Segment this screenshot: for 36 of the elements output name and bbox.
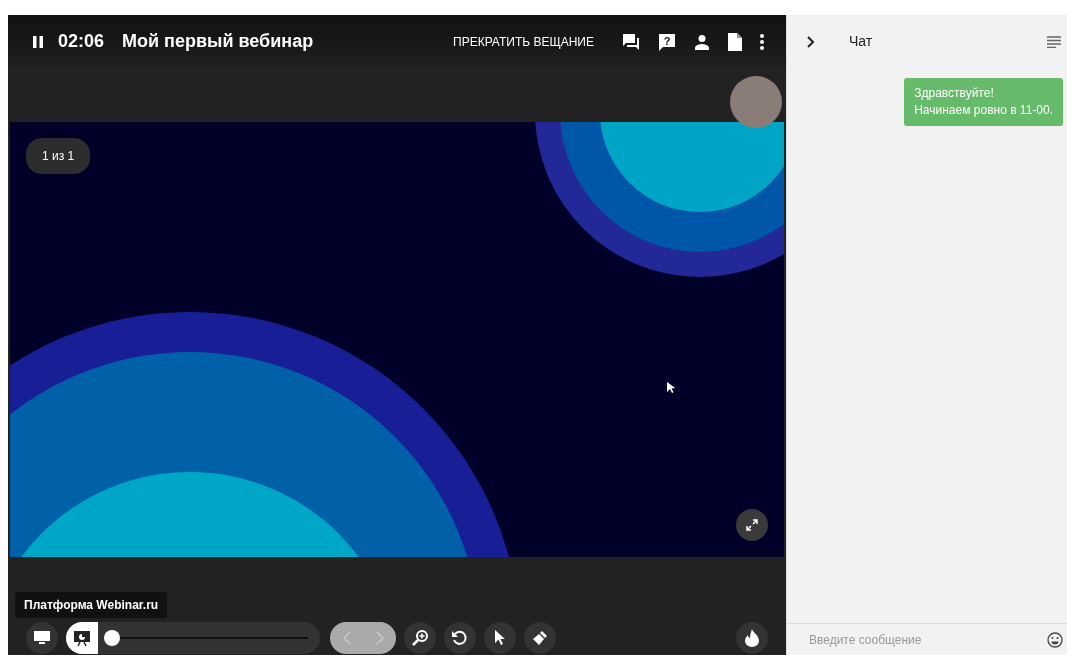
zoom-in-icon bbox=[411, 629, 429, 647]
presentation-mode-button[interactable] bbox=[66, 622, 98, 654]
chevron-right-icon bbox=[375, 631, 384, 645]
expand-arrows-icon bbox=[746, 519, 758, 531]
more-icon[interactable] bbox=[760, 33, 764, 50]
flame-button[interactable] bbox=[736, 622, 768, 654]
undo-button[interactable] bbox=[444, 622, 476, 654]
webinar-title: Мой первый вебинар bbox=[122, 30, 314, 53]
presentation-board-icon bbox=[74, 630, 90, 646]
zoom-in-button[interactable] bbox=[404, 622, 436, 654]
chat-message: Здравствуйте! Начинаем ровно в 11-00. bbox=[904, 78, 1063, 126]
pointer-button[interactable] bbox=[484, 622, 516, 654]
pointer-icon bbox=[494, 630, 506, 646]
slider-thumb[interactable] bbox=[104, 630, 120, 646]
document-icon[interactable] bbox=[728, 32, 742, 51]
screen-share-button[interactable] bbox=[26, 622, 58, 654]
message-input-field[interactable]: Введите сообщение bbox=[807, 629, 1047, 650]
monitor-icon bbox=[34, 631, 50, 645]
elapsed-time: 02:06 bbox=[58, 30, 105, 53]
brush-button[interactable] bbox=[524, 622, 556, 654]
chat-title: Чат bbox=[849, 32, 873, 51]
question-icon[interactable]: ? bbox=[658, 32, 676, 51]
stop-broadcast-button[interactable]: ПРЕКРАТИТЬ ВЕЩАНИЕ bbox=[453, 32, 594, 51]
collapse-chevron-icon[interactable] bbox=[807, 35, 815, 48]
pause-button[interactable] bbox=[32, 35, 44, 48]
tooltip: Платформа Webinar.ru bbox=[15, 592, 168, 618]
flame-icon bbox=[745, 629, 759, 647]
smiley-icon[interactable] bbox=[1047, 631, 1063, 648]
avatar-circle bbox=[730, 76, 782, 128]
chat-icon[interactable] bbox=[622, 32, 640, 51]
person-icon[interactable] bbox=[694, 33, 710, 50]
menu-icon[interactable] bbox=[1047, 35, 1061, 48]
undo-icon bbox=[451, 629, 469, 647]
fullscreen-button[interactable] bbox=[736, 509, 768, 541]
page-counter: 1 из 1 bbox=[26, 138, 91, 174]
chevron-left-icon bbox=[342, 631, 351, 645]
